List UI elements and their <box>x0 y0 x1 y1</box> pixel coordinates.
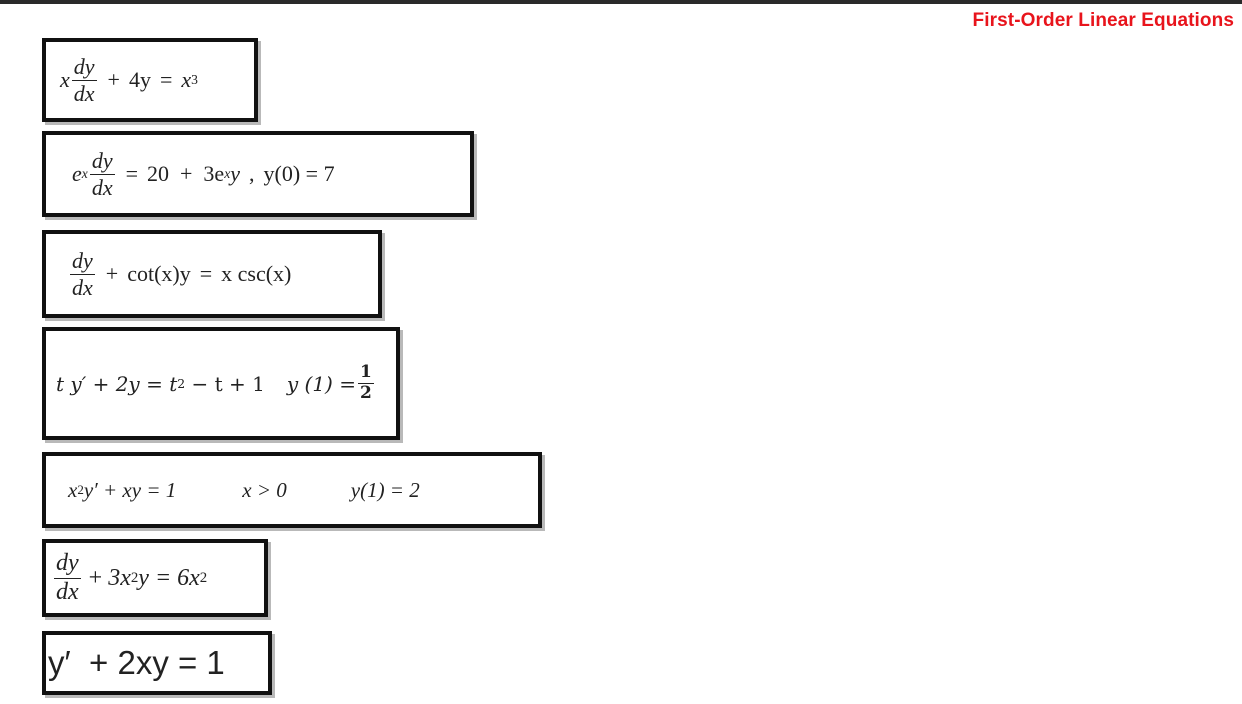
fraction-numerator: 1 <box>357 362 374 384</box>
comma: , <box>249 161 255 186</box>
rhs-tail: y <box>230 161 241 186</box>
plus-sign: + <box>88 564 103 591</box>
fraction-denominator: dx <box>72 274 93 300</box>
term: 3x <box>108 564 131 591</box>
derivative-fraction: dy dx <box>89 148 115 200</box>
term-tail: y = 6x <box>138 564 200 591</box>
equation-box-4: t y′ + 2y = t 2 − t + 1 y (1) = 1 2 <box>42 327 400 440</box>
ic-fraction: 1 2 <box>357 362 374 403</box>
rhs: x <box>181 67 192 92</box>
fraction-denominator: dx <box>73 80 95 106</box>
fraction-denominator: dx <box>56 578 79 605</box>
domain-condition: x > 0 <box>242 477 287 502</box>
equals-sign: = <box>125 161 139 186</box>
term: 4y <box>128 67 151 92</box>
rhs: x csc(x) <box>221 261 292 286</box>
equals-sign: = <box>159 67 173 92</box>
fraction-numerator: dy <box>54 551 81 579</box>
plus-sign: + <box>105 261 119 286</box>
equation-box-3: dy dx + cot(x)y = x csc(x) <box>42 230 382 318</box>
derivative-fraction: dy dx <box>70 248 95 300</box>
fraction-numerator: dy <box>71 54 97 81</box>
equation-box-5: x 2 y′ + xy = 1 x > 0 y(1) = 2 <box>42 452 542 528</box>
initial-condition: y(0) = 7 <box>263 161 335 186</box>
coefficient: x <box>60 67 70 92</box>
initial-condition: y (1) = <box>286 371 356 396</box>
lhs-b: y′ + xy = 1 <box>83 477 177 502</box>
equation-text: y′ + 2xy = 1 <box>48 644 225 681</box>
lhs: t y′ + 2y = t <box>56 371 178 396</box>
fraction-numerator: dy <box>70 248 95 275</box>
initial-condition: y(1) = 2 <box>350 477 420 502</box>
equation-box-6: dy dx + 3x 2 y = 6x 2 <box>42 539 268 617</box>
page-title: First-Order Linear Equations <box>972 10 1234 31</box>
rhs: 20 + 3e <box>147 161 225 186</box>
derivative-fraction: dy dx <box>54 551 81 604</box>
lhs-a: x <box>68 477 78 502</box>
fraction-numerator: dy <box>89 148 115 175</box>
equation-box-2: ex dy dx = 20 + 3e x y , y(0) = 7 <box>42 131 474 217</box>
exp-base: e <box>72 161 82 186</box>
fraction-denominator: dx <box>91 174 113 200</box>
equation-box-7: y′ + 2xy = 1 <box>42 631 272 695</box>
equals-sign: = <box>199 261 213 286</box>
equation-box-1: x dy dx + 4y = x3 <box>42 38 258 122</box>
lhs-tail: − t + 1 <box>185 371 265 396</box>
fraction-denominator: 2 <box>359 383 372 403</box>
plus-sign: + <box>107 67 120 92</box>
term: cot(x)y <box>127 261 191 286</box>
derivative-fraction: dy dx <box>71 54 97 106</box>
top-rule <box>0 0 1242 4</box>
